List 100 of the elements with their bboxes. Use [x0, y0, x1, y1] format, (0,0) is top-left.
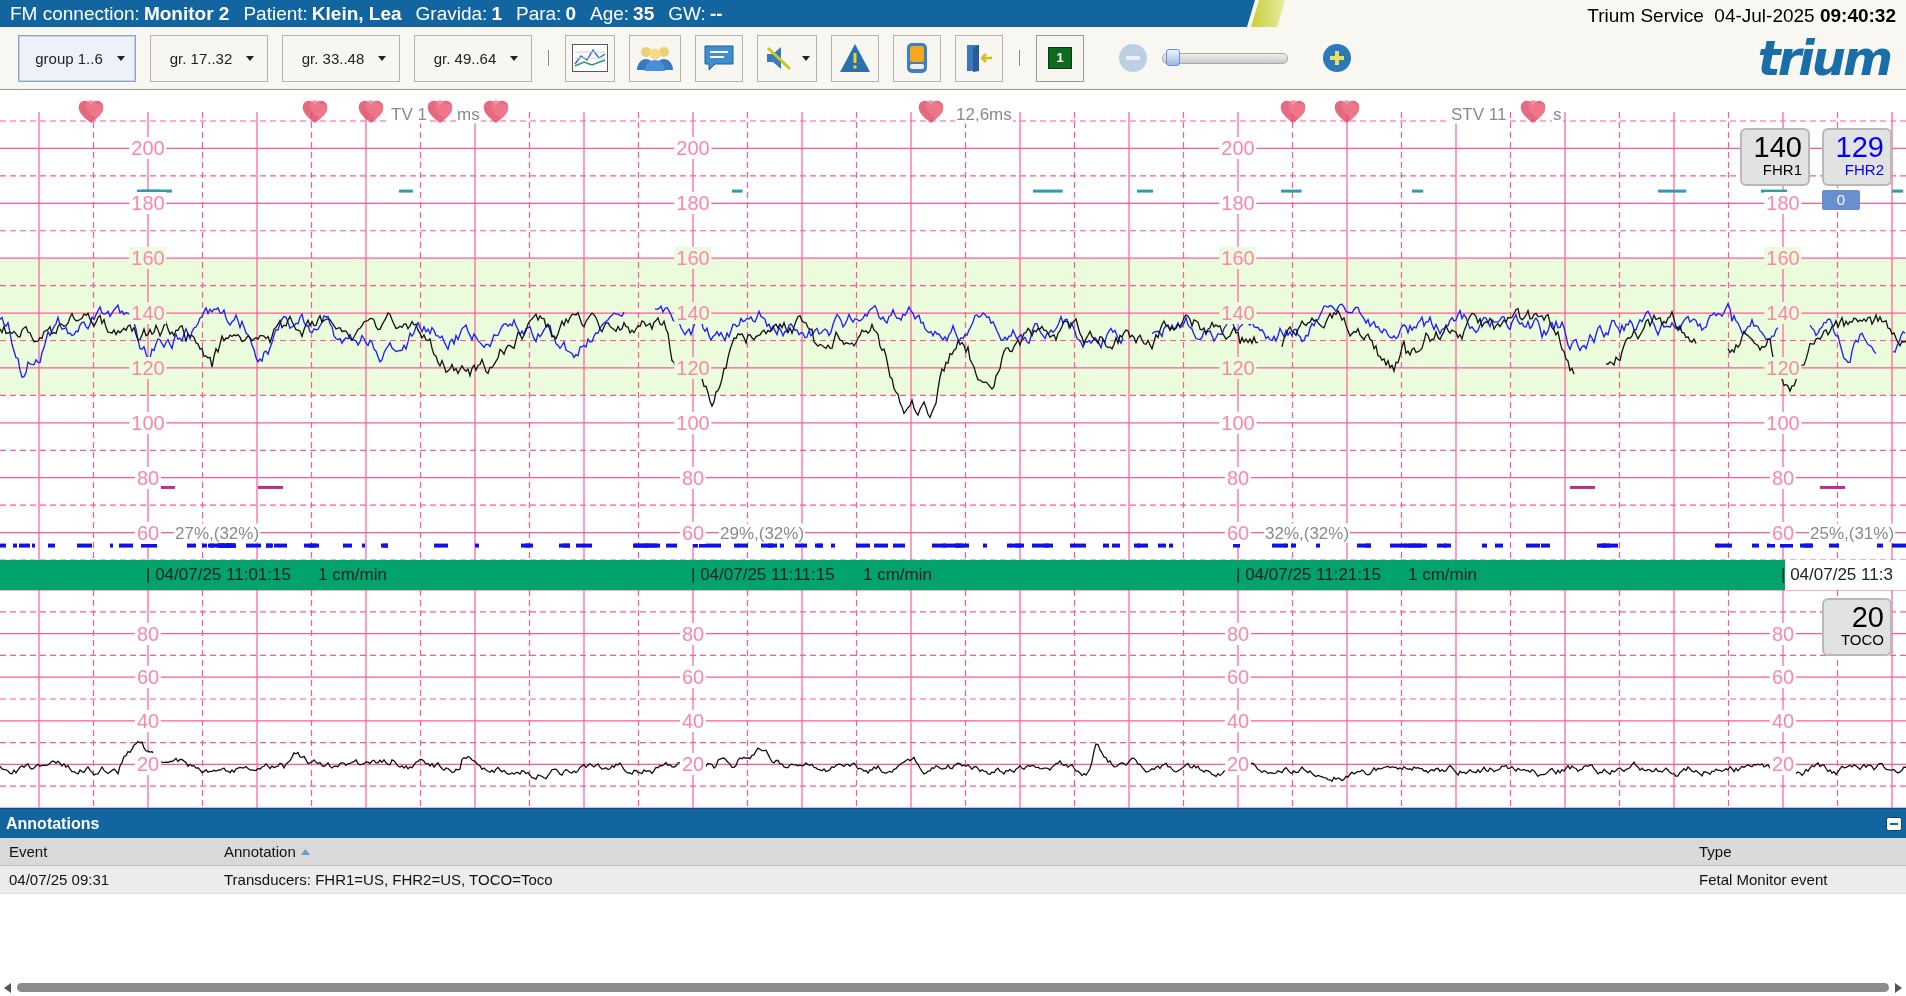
- panel-title: Annotations: [6, 814, 100, 833]
- patient-info: Para: 0: [516, 2, 576, 25]
- axis-label: 20: [679, 753, 707, 776]
- warning-icon: [839, 43, 871, 73]
- column-header[interactable]: Annotation: [215, 843, 1690, 860]
- table-cell-text: 04/07/25 09:31: [8, 871, 111, 888]
- group-dropdown[interactable]: gr. 17..32: [150, 34, 268, 82]
- axis-label: 180: [129, 192, 167, 215]
- axis-label: 160: [674, 247, 712, 270]
- patients-button[interactable]: [629, 34, 681, 82]
- axis-label: 40: [1769, 709, 1797, 732]
- heart-icon: [78, 100, 104, 125]
- offset-badge: 0: [1822, 190, 1860, 210]
- caret-icon: [116, 55, 125, 61]
- collapse-icon[interactable]: [1886, 816, 1902, 831]
- axis-label: 140: [674, 302, 712, 325]
- speed-label: 1 cm/min: [318, 565, 387, 585]
- axis-label: 120: [1764, 356, 1802, 379]
- patient-info: Age: 35: [590, 2, 655, 25]
- heart-icon: [1280, 100, 1306, 125]
- axis-label: 40: [134, 709, 162, 732]
- people-icon: [636, 44, 674, 72]
- heart-icon: [918, 100, 944, 125]
- zoom-in-icon[interactable]: [1322, 43, 1352, 73]
- axis-label: 180: [674, 192, 712, 215]
- axis-label: 20: [1224, 753, 1252, 776]
- percentage-label: 29%,(32%): [719, 523, 806, 543]
- axis-label: 120: [129, 356, 167, 379]
- heart-icon: [427, 100, 453, 125]
- reading-value: 20: [1851, 602, 1884, 633]
- speech-bubble-icon: [703, 44, 735, 72]
- column-header[interactable]: Event: [0, 843, 215, 860]
- axis-label: 60: [134, 666, 162, 689]
- axis-label: 60: [679, 666, 707, 689]
- table-cell-text: Transducers: FHR1=US, FHR2=US, TOCO=Toco: [223, 871, 554, 888]
- axis-label: 120: [674, 356, 712, 379]
- exit-button[interactable]: [955, 34, 1003, 82]
- header-stripe: [1251, 0, 1285, 27]
- column-header[interactable]: Type: [1690, 843, 1906, 860]
- axis-label: 80: [1769, 622, 1797, 645]
- heart-icon: [1520, 100, 1546, 125]
- muted-speaker-icon: [764, 44, 794, 72]
- percentage-label: 32%,(32%): [1264, 523, 1351, 543]
- logo: trium: [1757, 30, 1890, 86]
- scrollbar-thumb[interactable]: [17, 983, 1889, 992]
- heart-icon: [302, 100, 328, 125]
- mute-button[interactable]: [757, 34, 817, 82]
- axis-label: 60: [1224, 666, 1252, 689]
- scroll-right-icon[interactable]: [1895, 982, 1902, 993]
- reading-label: TOCO: [1840, 632, 1884, 648]
- patient-info: FM connection: Monitor 2: [10, 2, 230, 25]
- reading-label: FHR1: [1762, 162, 1802, 178]
- patient-info: GW: --: [668, 2, 723, 25]
- patient-info: Patient: Klein, Lea: [243, 2, 402, 25]
- axis-label: 80: [679, 622, 707, 645]
- caret-icon: [246, 55, 255, 61]
- chart-icon: [572, 44, 608, 72]
- axis-label: 180: [1764, 192, 1802, 215]
- axis-label: 60: [1769, 666, 1797, 689]
- axis-label: 160: [1764, 247, 1802, 270]
- group-dropdown[interactable]: gr. 49..64: [414, 34, 532, 82]
- group-dropdown[interactable]: gr. 33..48: [282, 34, 400, 82]
- device-button[interactable]: [893, 34, 941, 82]
- alarm-button[interactable]: [831, 34, 879, 82]
- service-clock: Trium Service 04-Jul-2025 09:40:32: [1587, 5, 1897, 27]
- heart-icon: [1334, 100, 1360, 125]
- trend-chart-button[interactable]: [565, 34, 615, 82]
- speed-label: 1 cm/min: [1408, 565, 1477, 585]
- heart-icon: [358, 100, 384, 125]
- percentage-label: 25%,(31%): [1809, 523, 1896, 543]
- axis-label: 180: [1219, 192, 1257, 215]
- group-dropdown[interactable]: group 1..6: [18, 34, 136, 82]
- axis-label: 160: [1219, 247, 1257, 270]
- axis-label: 100: [129, 411, 167, 434]
- reading-label: FHR2: [1844, 162, 1884, 178]
- axis-label: 80: [1224, 622, 1252, 645]
- caret-icon: [802, 55, 810, 61]
- message-button[interactable]: [695, 34, 743, 82]
- table-cell-text: Fetal Monitor event: [1698, 871, 1829, 888]
- axis-label: 200: [674, 137, 712, 160]
- axis-label: 60: [679, 521, 707, 544]
- caret-icon: [510, 55, 519, 61]
- axis-label: 140: [1219, 302, 1257, 325]
- axis-label: 60: [1224, 521, 1252, 544]
- axis-label: 80: [134, 466, 162, 489]
- page-button[interactable]: 1: [1036, 34, 1084, 82]
- scroll-left-icon[interactable]: [4, 982, 11, 993]
- axis-label: 60: [1769, 521, 1797, 544]
- zoom-slider[interactable]: [1162, 52, 1288, 64]
- axis-label: 20: [1769, 753, 1797, 776]
- monitor-device-icon: [906, 42, 928, 74]
- time-label: | 04/07/25 11:21:15: [1236, 565, 1381, 585]
- axis-label: 40: [1224, 709, 1252, 732]
- door-arrow-icon: [964, 43, 994, 73]
- axis-label: 60: [134, 521, 162, 544]
- axis-label: 80: [1769, 466, 1797, 489]
- axis-label: 40: [679, 709, 707, 732]
- axis-label: 100: [674, 411, 712, 434]
- slider-thumb[interactable]: [1166, 48, 1181, 66]
- reading-value: 129: [1835, 132, 1884, 163]
